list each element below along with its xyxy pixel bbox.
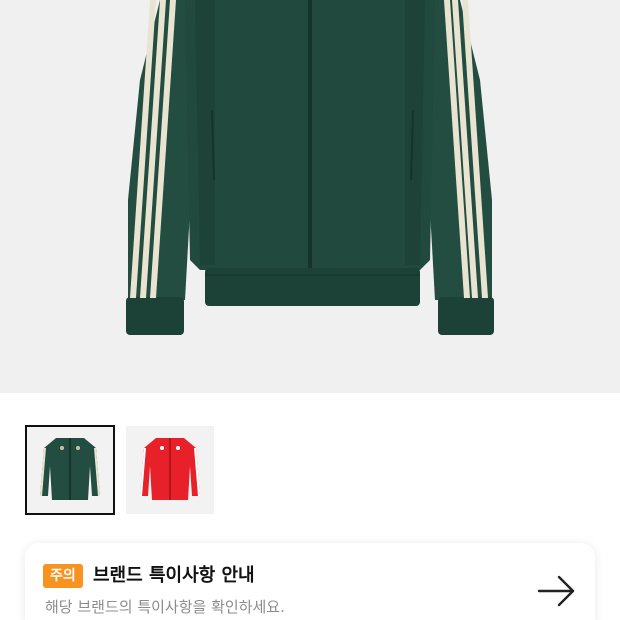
brand-notice-card[interactable]: 주의 브랜드 특이사항 안내 해당 브랜드의 특이사항을 확인하세요. <box>25 543 595 620</box>
notice-title: 브랜드 특이사항 안내 <box>93 565 255 586</box>
green-track-jacket-image <box>126 0 494 335</box>
product-main-image[interactable] <box>0 0 620 393</box>
caution-badge: 주의 <box>43 564 83 588</box>
arrow-right-icon[interactable] <box>537 571 577 611</box>
green-jacket-thumbnail-image <box>40 438 100 500</box>
thumbnail-strip <box>0 393 620 543</box>
notice-subtitle: 해당 브랜드의 특이사항을 확인하세요. <box>45 598 285 616</box>
thumbnail-green-jacket[interactable] <box>25 425 115 515</box>
thumbnail-red-jacket[interactable] <box>126 426 214 514</box>
red-jacket-thumbnail-image <box>140 438 200 500</box>
